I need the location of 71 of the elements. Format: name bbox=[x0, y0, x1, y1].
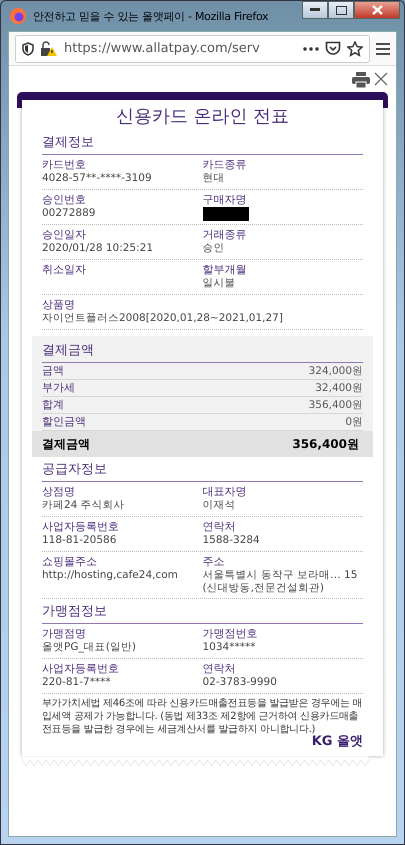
close-icon bbox=[372, 5, 382, 15]
field-label: 상품명 bbox=[42, 298, 76, 312]
menu-icon[interactable] bbox=[376, 42, 390, 54]
more-icon[interactable] bbox=[303, 46, 319, 50]
maximize-button[interactable] bbox=[328, 1, 354, 19]
star-icon[interactable] bbox=[347, 40, 363, 56]
amount-value: 0원 bbox=[345, 415, 363, 429]
section-heading: 가맹점정보 bbox=[42, 602, 363, 624]
field-value: 자이언트플러스2008[2020,01,28~2021,01,27] bbox=[42, 312, 284, 325]
close-icon[interactable] bbox=[374, 72, 388, 86]
field-label: 연락처 bbox=[202, 662, 236, 676]
pocket-icon[interactable] bbox=[325, 41, 341, 56]
amount-value: 356,400원 bbox=[308, 398, 363, 412]
field-label: 할부개월 bbox=[202, 263, 248, 277]
close-button[interactable] bbox=[354, 1, 400, 19]
field-label: 구매자명 bbox=[202, 193, 248, 207]
minimize-icon bbox=[310, 8, 320, 12]
section-heading: 결제금액 bbox=[42, 341, 363, 363]
field-value: 1588-3284 bbox=[202, 534, 261, 547]
total-value: 356,400원 bbox=[292, 436, 359, 452]
shield-icon[interactable] bbox=[22, 42, 34, 56]
receipt-title: 신용카드 온라인 전표 bbox=[114, 105, 290, 129]
field-label: 거래종류 bbox=[202, 228, 248, 242]
field-label: 사업자등록번호 bbox=[42, 520, 120, 534]
field-value: 00272889 bbox=[42, 207, 96, 220]
field-label: 승인번호 bbox=[42, 193, 87, 207]
field-label: 카드종류 bbox=[202, 158, 248, 172]
field-label: 가맹점번호 bbox=[202, 627, 258, 641]
field-value: 이재석 bbox=[202, 499, 236, 512]
field-value: 220-81-7**** bbox=[42, 676, 112, 689]
amount-label: 합계 bbox=[42, 398, 64, 412]
field-value: 올앳PG_대표(일반) bbox=[42, 641, 137, 654]
notice-text: 부가가치세법 제46조에 따라 신용카드매출전표등을 발급받은 경우에는 매입세액 공제가 가능합니다. (동법 제33조 제2항에 근거하여 신용카드매출전표등을 발급한 경우에는 세금계산서를 발급하지 아니합니다.) bbox=[42, 697, 363, 735]
section-heading: 공급자정보 bbox=[42, 460, 363, 482]
amount-value: 32,400원 bbox=[315, 381, 363, 395]
field-label: 쇼핑몰주소 bbox=[42, 555, 98, 569]
minimize-button[interactable] bbox=[302, 1, 328, 19]
maximize-icon bbox=[336, 6, 346, 14]
address-bar[interactable]: https://www.allatpay.com/serv bbox=[15, 34, 370, 62]
field-label: 주소 bbox=[202, 555, 226, 569]
browser-logo-icon bbox=[9, 7, 27, 25]
field-label: 카드번호 bbox=[42, 158, 87, 172]
amount-label: 할인금액 bbox=[42, 415, 86, 429]
url-text: https://www.allatpay.com/serv bbox=[64, 41, 261, 56]
field-label: 연락처 bbox=[202, 520, 236, 534]
amount-label: 금액 bbox=[42, 364, 64, 378]
field-value: 카페24 주식회사 bbox=[42, 499, 126, 512]
logo-text: KG 올앳 bbox=[310, 734, 363, 750]
field-label: 상점명 bbox=[42, 485, 76, 499]
field-label: 승인일자 bbox=[42, 228, 87, 242]
warning-lock-icon[interactable] bbox=[40, 40, 58, 56]
field-value: 02-3783-9990 bbox=[202, 676, 278, 689]
field-value: 일시불 bbox=[202, 277, 236, 290]
field-value: http://hosting,cafe24,com bbox=[42, 569, 179, 582]
field-value: 4028-57**-****-3109 bbox=[42, 172, 153, 185]
field-label: 대표자명 bbox=[202, 485, 248, 499]
field-value: 서울특별시 동작구 보라매… 15 (신대방동,전문건설회관) bbox=[202, 569, 358, 595]
amount-value: 324,000원 bbox=[308, 364, 363, 378]
field-value: 현대 bbox=[202, 172, 226, 185]
printer-icon[interactable] bbox=[352, 72, 370, 88]
total-label: 결제금액 bbox=[42, 436, 90, 452]
field-label: 취소일자 bbox=[42, 263, 87, 277]
field-value: 승인 bbox=[202, 242, 226, 255]
field-value: 2020/01/28 10:25:21 bbox=[42, 242, 154, 255]
section-heading: 결제정보 bbox=[42, 133, 363, 155]
field-label: 사업자등록번호 bbox=[42, 662, 120, 676]
field-label: 가맹점명 bbox=[42, 627, 87, 641]
field-value: 1034***** bbox=[202, 641, 256, 654]
window-title: 안전하고 믿을 수 있는 올앳페이 - Mozilla Firefox bbox=[33, 8, 270, 24]
field-value: 118-81-20586 bbox=[42, 534, 118, 547]
amount-label: 부가세 bbox=[42, 381, 75, 395]
